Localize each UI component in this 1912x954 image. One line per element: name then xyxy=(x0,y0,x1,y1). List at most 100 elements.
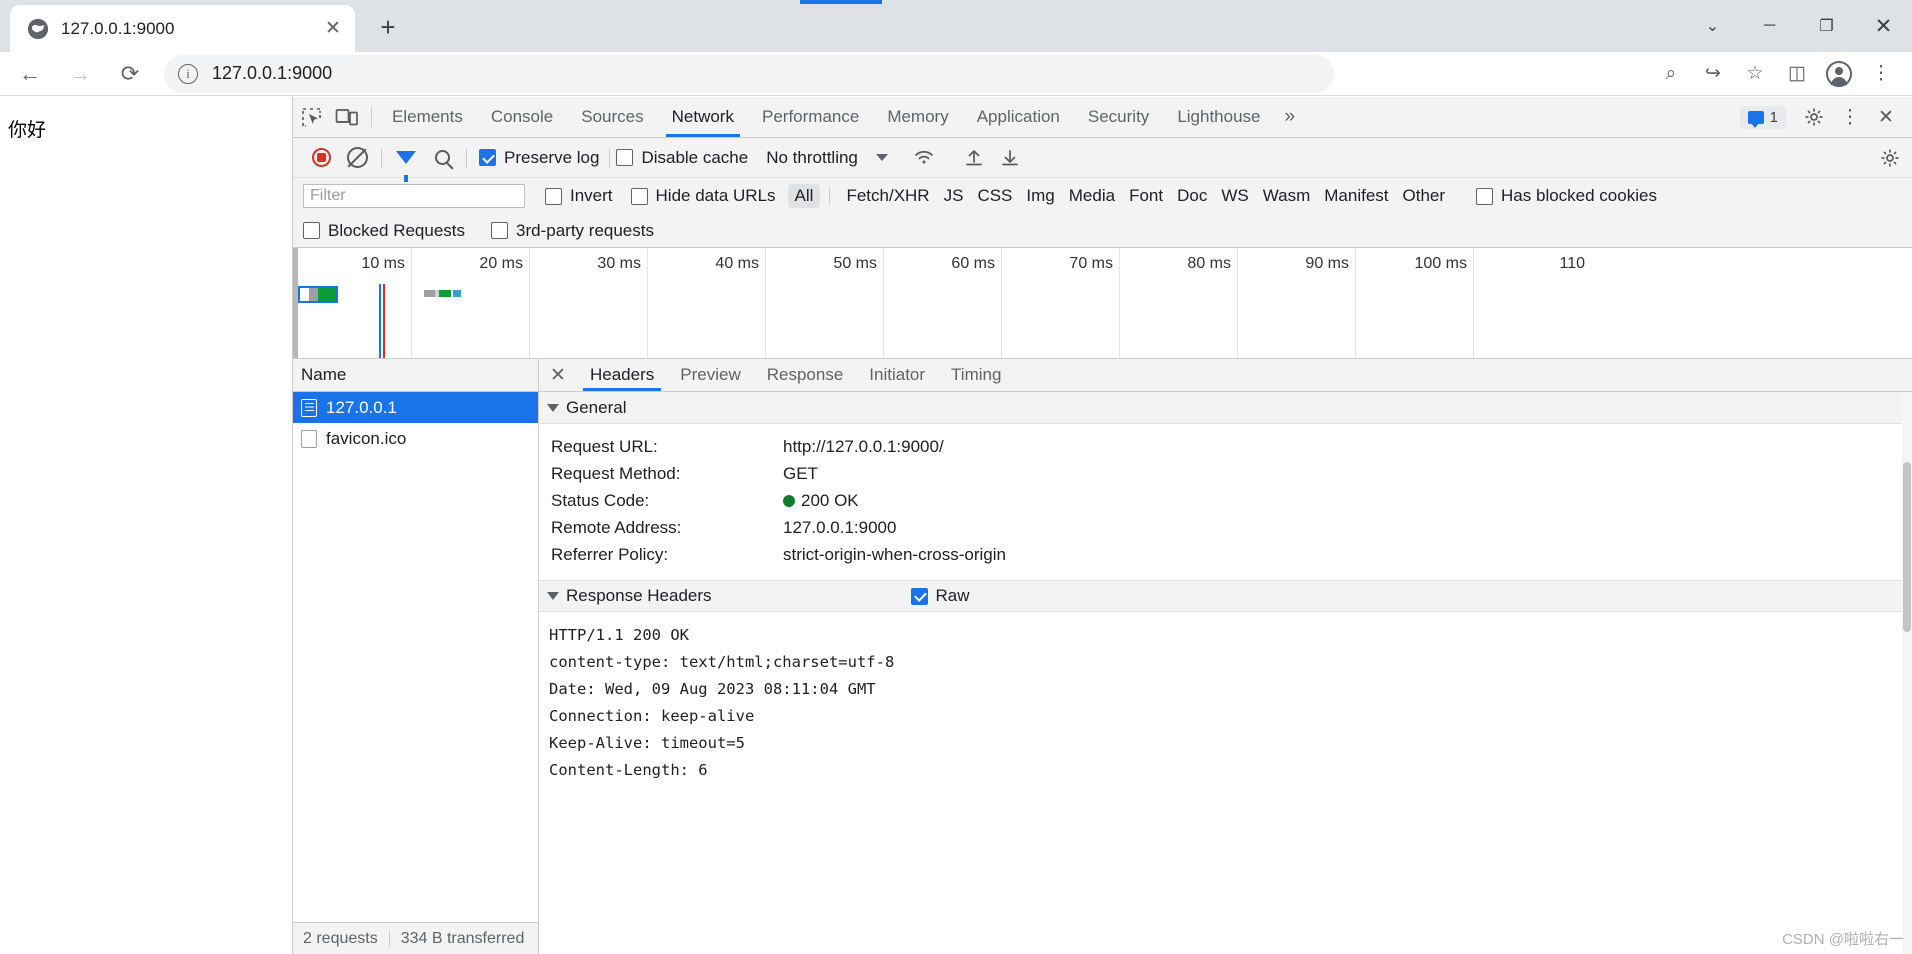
minimize-icon[interactable]: ─ xyxy=(1741,0,1798,52)
preserve-log-checkbox[interactable]: Preserve log xyxy=(479,148,599,168)
gear-icon[interactable] xyxy=(1796,101,1832,133)
chevron-down-icon xyxy=(547,403,559,412)
throttling-select[interactable]: No throttling xyxy=(766,148,858,168)
network-overview-timeline[interactable]: 10 ms 20 ms 30 ms 40 ms 50 ms 60 ms 70 m… xyxy=(293,248,1912,359)
share-icon[interactable]: ↪ xyxy=(1692,53,1734,95)
forward-button[interactable]: → xyxy=(60,54,100,94)
detail-tab-response[interactable]: Response xyxy=(754,359,857,391)
raw-toggle-checkbox[interactable]: Raw xyxy=(910,586,970,606)
divider xyxy=(609,147,611,168)
divider xyxy=(829,187,831,205)
overview-left-handle[interactable] xyxy=(293,248,298,358)
devtools-tab-security[interactable]: Security xyxy=(1074,97,1163,137)
has-blocked-cookies-checkbox[interactable]: Has blocked cookies xyxy=(1476,186,1657,206)
search-icon[interactable] xyxy=(424,142,460,174)
kebab-menu-icon[interactable]: ⋮ xyxy=(1832,101,1868,133)
export-har-icon[interactable] xyxy=(992,142,1028,174)
request-row-favicon[interactable]: favicon.ico xyxy=(293,423,538,454)
checkbox-box xyxy=(545,187,562,205)
generic-file-icon xyxy=(301,429,317,448)
detail-tab-headers[interactable]: Headers xyxy=(577,359,667,391)
disable-cache-checkbox[interactable]: Disable cache xyxy=(616,148,748,168)
new-tab-button[interactable]: + xyxy=(369,8,407,46)
detail-scrollbar[interactable] xyxy=(1902,392,1912,954)
inspect-element-icon[interactable] xyxy=(293,101,329,133)
row-key: Referrer Policy: xyxy=(551,544,669,564)
request-row-127-0-0-1[interactable]: 127.0.0.1 xyxy=(293,392,538,423)
devtools-tab-network[interactable]: Network xyxy=(658,97,748,137)
scrollbar-thumb[interactable] xyxy=(1903,462,1911,632)
back-button[interactable]: ← xyxy=(10,54,50,94)
devtools-more-tabs-icon[interactable]: » xyxy=(1275,97,1306,137)
type-filter-other[interactable]: Other xyxy=(1396,184,1453,208)
type-filter-fetch-xhr[interactable]: Fetch/XHR xyxy=(839,184,936,208)
type-filter-wasm[interactable]: Wasm xyxy=(1256,184,1318,208)
tab-close-icon[interactable]: ✕ xyxy=(319,15,347,43)
detail-tab-preview[interactable]: Preview xyxy=(667,359,753,391)
window-close-icon[interactable]: ✕ xyxy=(1855,0,1912,52)
overview-tick: 100 ms xyxy=(1414,255,1467,272)
bookmark-star-icon[interactable]: ☆ xyxy=(1734,53,1776,95)
device-toolbar-icon[interactable] xyxy=(329,101,365,133)
hide-data-urls-label: Hide data URLs xyxy=(655,186,776,205)
response-headers-section-header[interactable]: Response Headers Raw xyxy=(539,580,1912,612)
devtools-tab-application[interactable]: Application xyxy=(963,97,1074,137)
network-conditions-icon[interactable] xyxy=(906,142,942,174)
network-settings-gear-icon[interactable] xyxy=(1876,142,1912,174)
blocked-requests-checkbox[interactable]: Blocked Requests xyxy=(303,221,465,241)
detail-tab-timing[interactable]: Timing xyxy=(938,359,1014,391)
site-info-icon[interactable]: i xyxy=(178,63,198,84)
detail-close-icon[interactable]: ✕ xyxy=(539,359,577,391)
zoom-icon[interactable]: ⌕ xyxy=(1650,53,1692,95)
type-filter-ws[interactable]: WS xyxy=(1214,184,1255,208)
divider xyxy=(381,147,382,168)
tab-search-icon[interactable]: ⌄ xyxy=(1684,0,1741,52)
devtools-tab-sources[interactable]: Sources xyxy=(567,97,657,137)
chevron-down-icon[interactable] xyxy=(875,154,888,161)
invert-checkbox[interactable]: Invert xyxy=(545,186,613,206)
overview-tick: 110 xyxy=(1559,255,1585,272)
profile-avatar-icon[interactable] xyxy=(1818,53,1860,95)
row-key: Remote Address: xyxy=(551,517,682,537)
type-filter-manifest[interactable]: Manifest xyxy=(1317,184,1395,208)
devtools-tab-memory[interactable]: Memory xyxy=(873,97,962,137)
detail-tab-bar: ✕ Headers Preview Response Initiator Tim… xyxy=(539,359,1912,392)
record-button[interactable] xyxy=(303,142,339,174)
type-filter-js[interactable]: JS xyxy=(937,184,971,208)
type-filter-css[interactable]: CSS xyxy=(970,184,1019,208)
devtools-header-actions: 1 ⋮ ✕ xyxy=(1739,101,1912,133)
devtools-tab-lighthouse[interactable]: Lighthouse xyxy=(1163,97,1274,137)
type-filter-all[interactable]: All xyxy=(787,184,821,208)
console-message-badge[interactable]: 1 xyxy=(1739,105,1786,129)
devtools-tab-console[interactable]: Console xyxy=(477,97,567,137)
overview-request-bar-2c xyxy=(439,290,451,297)
maximize-icon[interactable]: ❐ xyxy=(1798,0,1855,52)
preserve-log-label: Preserve log xyxy=(504,147,600,167)
detail-tab-initiator[interactable]: Initiator xyxy=(856,359,938,391)
overview-tick: 90 ms xyxy=(1305,255,1349,272)
filter-input[interactable] xyxy=(303,184,525,208)
third-party-requests-checkbox[interactable]: 3rd-party requests xyxy=(491,221,654,241)
type-filter-media[interactable]: Media xyxy=(1062,184,1122,208)
general-section-header[interactable]: General xyxy=(539,392,1912,424)
chrome-menu-icon[interactable]: ⋮ xyxy=(1860,53,1902,95)
devtools-tab-elements[interactable]: Elements xyxy=(378,97,477,137)
devtools-tab-performance[interactable]: Performance xyxy=(748,97,873,137)
filter-toggle-icon[interactable] xyxy=(388,142,424,182)
request-column-header[interactable]: Name xyxy=(293,359,538,392)
type-filter-font[interactable]: Font xyxy=(1122,184,1170,208)
import-har-icon[interactable] xyxy=(956,142,992,174)
side-panel-icon[interactable]: ◫ xyxy=(1776,53,1818,95)
address-bar[interactable]: i 127.0.0.1:9000 xyxy=(164,54,1334,93)
checkbox-box xyxy=(910,587,928,605)
raw-header-line: HTTP/1.1 200 OK xyxy=(549,626,689,644)
type-filter-img[interactable]: Img xyxy=(1019,184,1061,208)
reload-button[interactable]: ⟳ xyxy=(110,54,150,94)
browser-tab[interactable]: 127.0.0.1:9000 ✕ xyxy=(10,5,355,52)
hide-data-urls-checkbox[interactable]: Hide data URLs xyxy=(630,186,776,206)
request-name: 127.0.0.1 xyxy=(326,397,397,417)
devtools-close-icon[interactable]: ✕ xyxy=(1868,101,1904,133)
type-filter-doc[interactable]: Doc xyxy=(1170,184,1214,208)
general-section-title: General xyxy=(566,397,627,417)
clear-button[interactable] xyxy=(339,142,375,174)
